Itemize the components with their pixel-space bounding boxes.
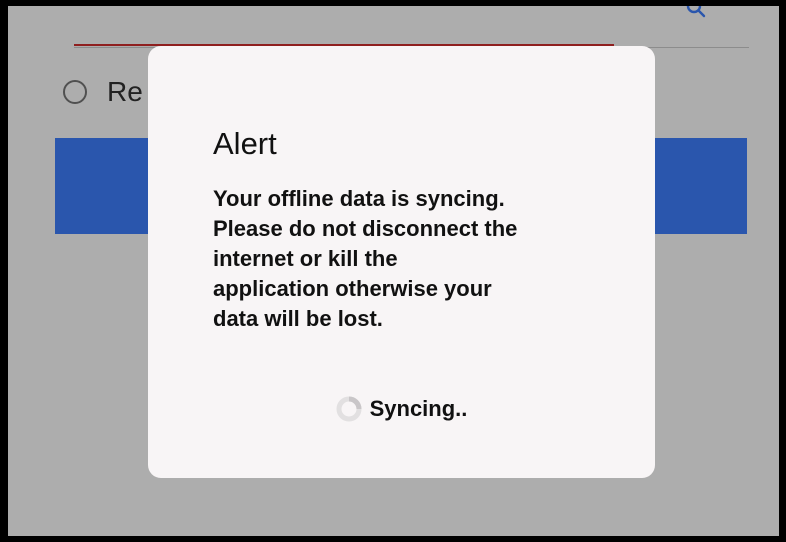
status-text: Syncing.. [369,396,468,421]
alert-message: Your offline data is syncing. Please do … [213,186,518,331]
sync-status: Syncing.. [148,396,655,422]
alert-title: Alert [213,126,277,161]
spinner-icon [336,396,362,422]
app-screen: Re Alert Your offline data is syncing. P… [8,6,779,536]
alert-dialog: Alert Your offline data is syncing. Plea… [148,46,655,478]
